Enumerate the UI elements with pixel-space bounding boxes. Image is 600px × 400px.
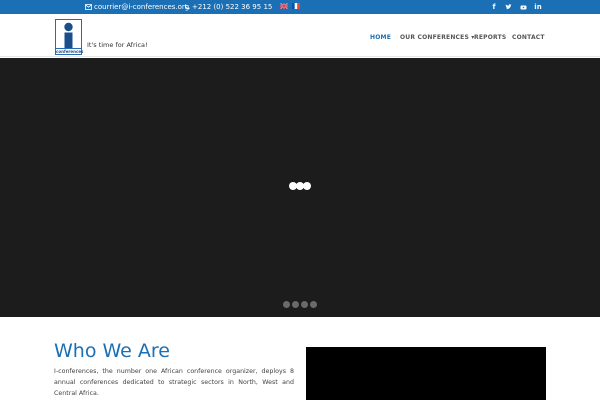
facebook-icon[interactable]: f <box>489 2 499 12</box>
flag-uk-icon[interactable] <box>280 3 288 9</box>
email-link[interactable]: courrier@i-conferences.org <box>85 2 189 12</box>
twitter-icon[interactable] <box>503 2 513 12</box>
linkedin-icon[interactable]: in <box>533 2 543 12</box>
about-title: Who We Are <box>54 340 170 362</box>
site-header: conferences It's time for Africa! HOME O… <box>0 14 600 57</box>
youtube-icon[interactable] <box>518 2 528 12</box>
site-logo[interactable]: conferences <box>55 19 84 55</box>
loading-indicator <box>289 182 313 191</box>
nav-reports[interactable]: REPORTS <box>474 34 506 41</box>
tagline: It's time for Africa! <box>87 41 148 49</box>
nav-home[interactable]: HOME <box>370 34 391 41</box>
hero-slider[interactable] <box>0 58 600 317</box>
nav-contact[interactable]: CONTACT <box>512 34 545 41</box>
nav-our-conferences[interactable]: OUR CONFERENCES ▾ <box>400 34 474 41</box>
slider-pagination <box>283 301 319 308</box>
envelope-icon <box>85 4 92 10</box>
slide-dot-3[interactable] <box>301 301 308 308</box>
slide-dot-1[interactable] <box>283 301 290 308</box>
phone-link[interactable]: +212 (0) 522 36 95 15 <box>184 2 272 12</box>
loader-dot <box>303 182 311 190</box>
phone-icon <box>184 4 190 10</box>
slide-dot-2[interactable] <box>292 301 299 308</box>
slide-dot-4[interactable] <box>310 301 317 308</box>
flag-fr-icon[interactable] <box>292 3 300 9</box>
logo-text: conferences <box>56 49 84 54</box>
top-bar: courrier@i-conferences.org +212 (0) 522 … <box>0 0 600 14</box>
logo-i-mark <box>64 22 73 48</box>
about-text: I-conferences, the number one African co… <box>54 368 294 397</box>
email-text: courrier@i-conferences.org <box>94 3 190 11</box>
phone-text: +212 (0) 522 36 95 15 <box>192 3 273 11</box>
video-player[interactable] <box>306 347 546 400</box>
